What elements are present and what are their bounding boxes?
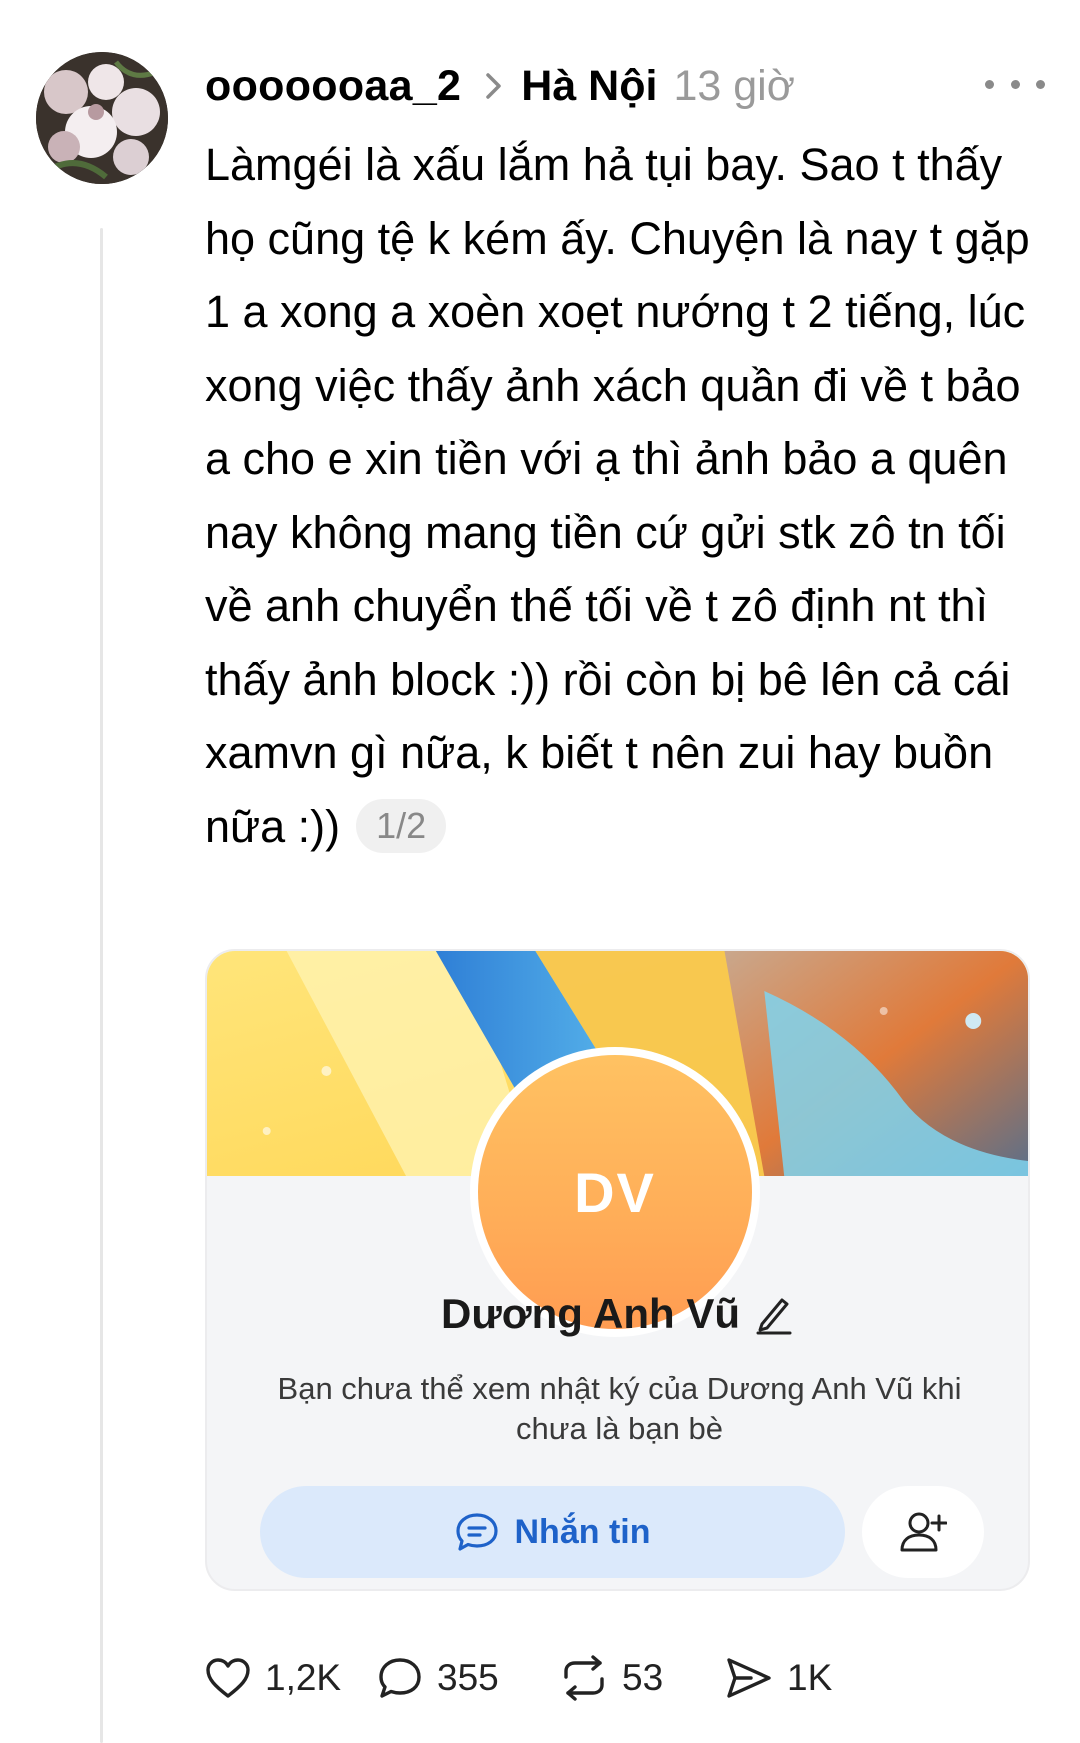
share-count: 1K (787, 1657, 833, 1698)
repost-count: 53 (622, 1657, 664, 1698)
message-button-label: Nhắn tin (514, 1512, 651, 1551)
user-avatar[interactable] (36, 52, 168, 184)
chevron-right-icon (486, 73, 502, 99)
share-action[interactable]: 1K (725, 1648, 832, 1708)
profile-notice: Bạn chưa thể xem nhật ký của Dương Anh V… (277, 1371, 962, 1446)
repost-action[interactable]: 53 (560, 1648, 663, 1708)
page-indicator: 1/2 (356, 798, 447, 853)
comment-icon (379, 1658, 421, 1698)
more-icon[interactable] (985, 64, 1045, 104)
comment-count: 355 (437, 1657, 499, 1698)
chat-bubble-icon (455, 1513, 498, 1551)
message-button[interactable]: Nhắn tin (260, 1486, 845, 1578)
profile-name: Dương Anh Vũ (440, 1290, 740, 1337)
thread-line (100, 228, 103, 1743)
share-icon (727, 1658, 771, 1698)
post-text: Làmgéi là xấu lắm hả tụi bay. Sao t thấy… (205, 139, 1030, 852)
heart-icon (206, 1658, 250, 1698)
post-body: Làmgéi là xấu lắm hả tụi bay. Sao t thấy… (205, 128, 1055, 863)
post-time: 13 giờ (673, 61, 795, 110)
username[interactable]: ooooooaa_2 (205, 62, 461, 111)
repost-icon (564, 1655, 604, 1701)
comment-action[interactable]: 355 (377, 1648, 499, 1708)
avatar-flowers-image (36, 52, 168, 184)
post-header: ooooooaa_2 Hà Nội 13 giờ (205, 55, 795, 117)
profile-name-row: Dương Anh Vũ (207, 1290, 1028, 1338)
avatar-initials: DV (478, 1055, 752, 1329)
add-friend-icon (900, 1512, 947, 1552)
like-action[interactable]: 1,2K (205, 1648, 341, 1708)
post-actions: 1,2K 355 53 1K (205, 1648, 1065, 1708)
like-count: 1,2K (265, 1657, 342, 1698)
profile-card[interactable]: DV Dương Anh Vũ Bạn chưa thể xem nhật ký… (205, 949, 1030, 1591)
add-friend-button[interactable] (862, 1486, 984, 1578)
location[interactable]: Hà Nội (521, 62, 657, 111)
edit-icon[interactable] (754, 1292, 794, 1336)
